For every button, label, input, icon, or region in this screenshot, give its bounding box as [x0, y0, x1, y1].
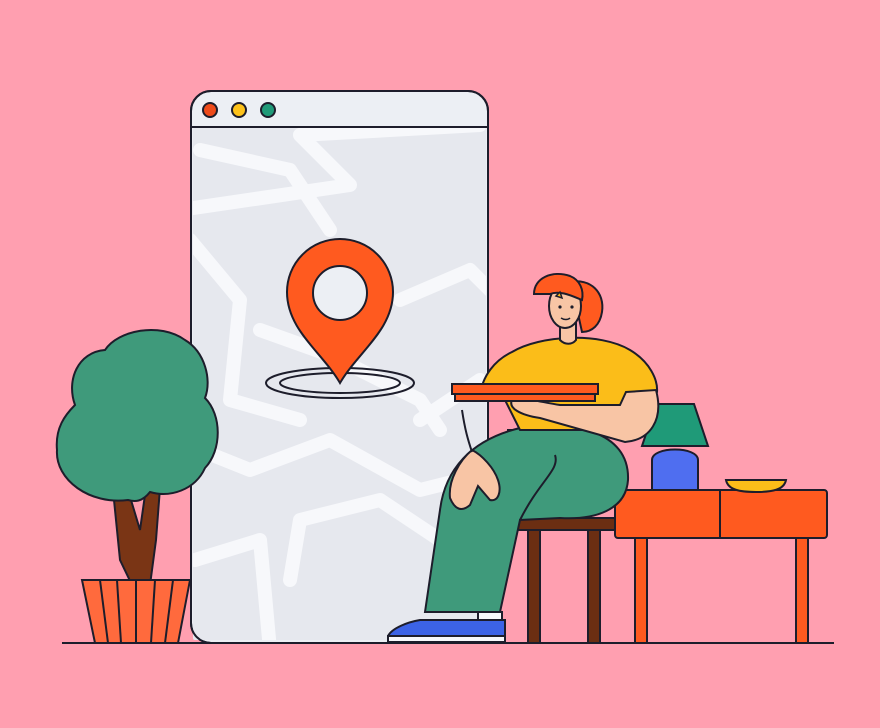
chair-leg-right: [587, 529, 601, 644]
scene-svg: [55, 90, 834, 644]
pizza-box: [451, 383, 599, 395]
yellow-dot-icon[interactable]: [231, 102, 247, 118]
chair-leg-left: [527, 529, 541, 644]
table-leg-left: [634, 537, 648, 644]
pin-hole: [312, 265, 368, 321]
person-head: [532, 273, 604, 334]
table-leg-right: [795, 537, 809, 644]
side-table: [614, 403, 828, 644]
tree-foliage: [55, 328, 219, 502]
green-dot-icon[interactable]: [260, 102, 276, 118]
illustration-scene: [0, 0, 880, 728]
red-dot-icon[interactable]: [202, 102, 218, 118]
lamp-base: [651, 448, 699, 491]
bowl: [724, 479, 788, 494]
